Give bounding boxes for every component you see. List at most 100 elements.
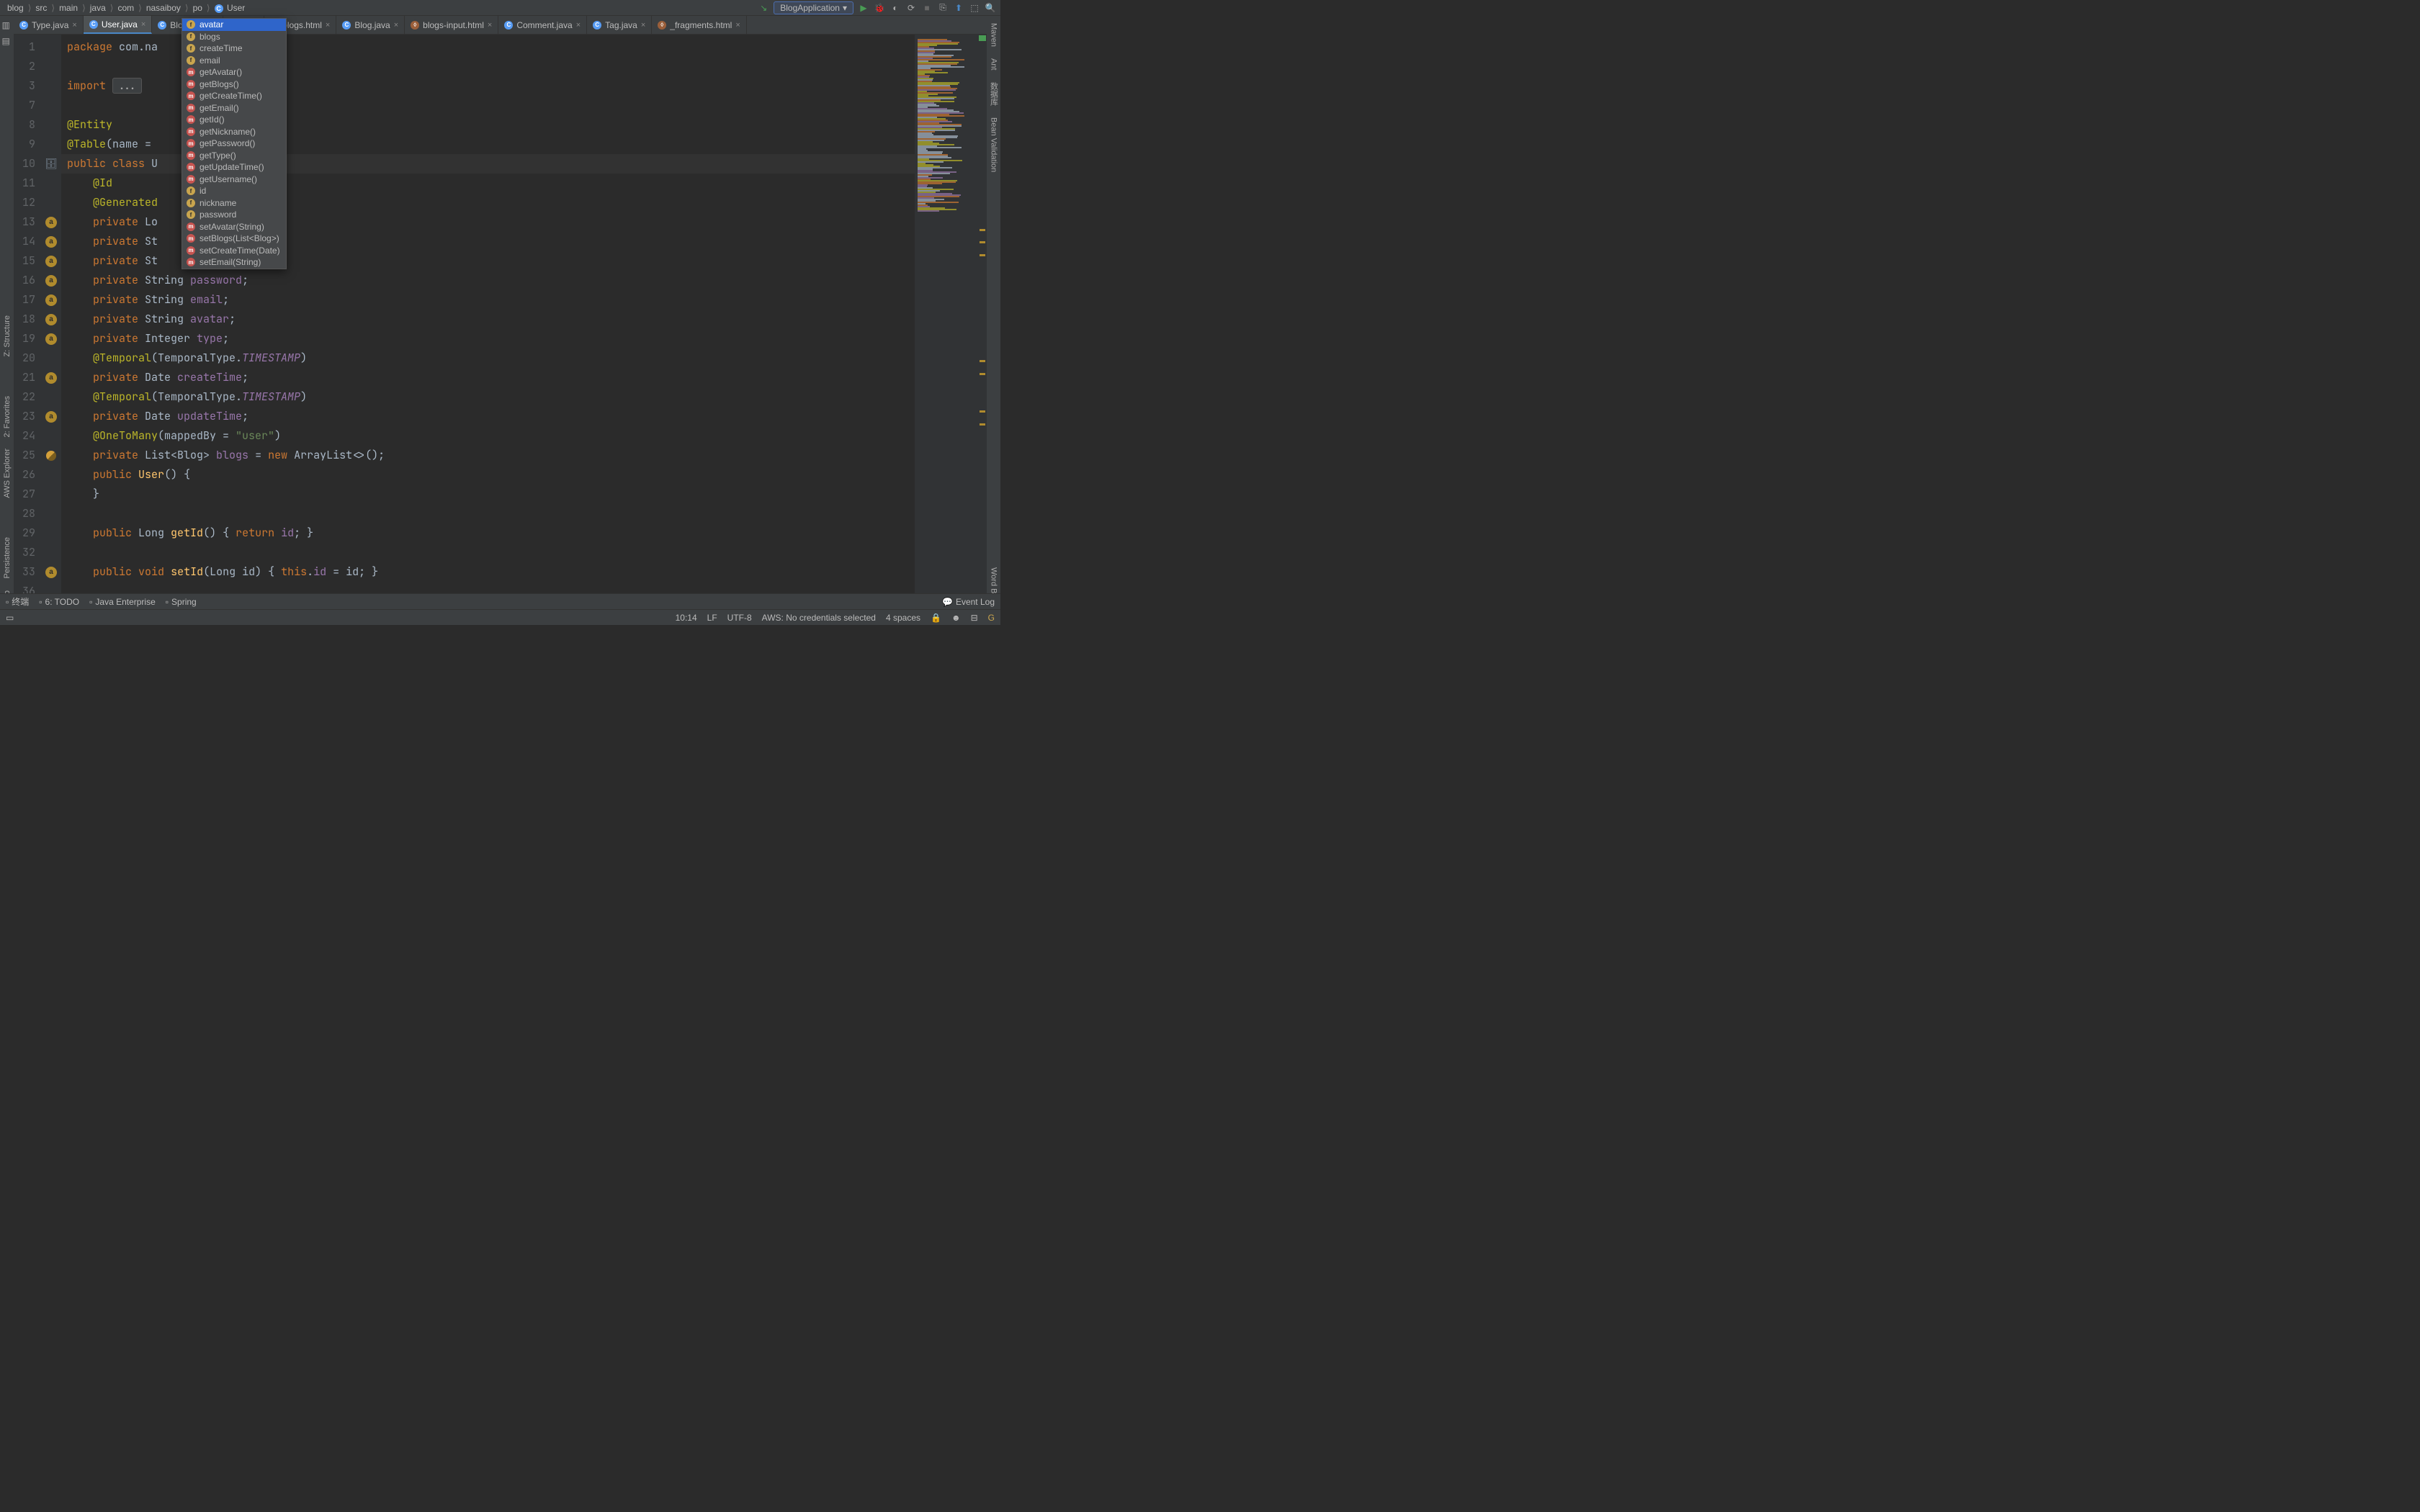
autocomplete-item[interactable]: mgetAvatar() [182, 66, 286, 78]
code-line[interactable]: private Date updateTime; [67, 407, 909, 426]
code-line[interactable]: private Integer type; [67, 329, 909, 348]
code-line[interactable] [67, 582, 909, 593]
bean-validation-tool-label[interactable]: Bean Validation [990, 117, 998, 172]
autocomplete-item[interactable]: fid [182, 185, 286, 197]
run-icon[interactable]: ▶ [858, 2, 869, 14]
file-encoding[interactable]: UTF-8 [727, 613, 752, 623]
line-separator[interactable]: LF [707, 613, 717, 623]
warning-stripe-mark[interactable] [980, 229, 985, 231]
breadcrumb-item[interactable]: main [56, 3, 81, 13]
autocomplete-item[interactable]: fblogs [182, 31, 286, 43]
autocomplete-item[interactable]: femail [182, 55, 286, 67]
autocomplete-item[interactable]: mgetType() [182, 150, 286, 162]
breadcrumb-item[interactable]: po [190, 3, 205, 13]
autocomplete-item[interactable]: mgetUpdateTime() [182, 161, 286, 174]
editor-tab[interactable]: CUser.java× [84, 16, 152, 34]
editor-tab[interactable]: CType.java× [14, 16, 84, 34]
bottom-tool-button[interactable]: ▫Java Enterprise [89, 597, 156, 607]
editor-tab[interactable]: CTag.java× [587, 16, 652, 34]
breadcrumb-item[interactable]: com [115, 3, 137, 13]
favorites-tool-label[interactable]: 2: Favorites [3, 396, 12, 437]
code-line[interactable]: private String avatar; [67, 310, 909, 329]
search-icon[interactable]: 🔍 [985, 2, 996, 14]
bottom-tool-button[interactable]: ▫终端 [6, 595, 29, 608]
warning-stripe-mark[interactable] [980, 254, 985, 256]
code-line[interactable]: @Temporal(TemporalType.TIMESTAMP) [67, 387, 909, 407]
warning-stripe-mark[interactable] [980, 423, 985, 426]
aws-explorer-tool-label[interactable]: AWS Explorer [3, 449, 12, 498]
close-tab-icon[interactable]: × [326, 21, 330, 30]
autocomplete-item[interactable]: fpassword [182, 209, 286, 221]
project-tool-icon[interactable]: ▥ [2, 20, 12, 30]
close-tab-icon[interactable]: × [641, 21, 645, 30]
ant-tool-label[interactable]: Ant [990, 58, 998, 71]
code-line[interactable]: private Date createTime; [67, 368, 909, 387]
autocomplete-item[interactable]: msetBlogs(List<Blog>) [182, 233, 286, 245]
autocomplete-item[interactable]: fcreateTime [182, 42, 286, 55]
field-mark-icon[interactable]: a [45, 256, 57, 267]
run-configuration-selector[interactable]: BlogApplication ▾ [774, 1, 853, 14]
autocomplete-popup[interactable]: favatarfblogsfcreateTimefemailmgetAvatar… [182, 18, 287, 269]
close-tab-icon[interactable]: × [141, 20, 145, 29]
autocomplete-item[interactable]: msetCreateTime(Date) [182, 245, 286, 257]
field-mark-icon[interactable]: a [45, 217, 57, 228]
field-mark-icon[interactable]: a [45, 275, 57, 287]
field-mark-icon[interactable]: a [45, 567, 57, 578]
autocomplete-item[interactable]: mgetNickname() [182, 126, 286, 138]
autocomplete-item[interactable]: mgetEmail() [182, 102, 286, 114]
event-log-button[interactable]: 💬Event Log [942, 597, 995, 607]
warning-stripe-mark[interactable] [980, 360, 985, 362]
warning-stripe-mark[interactable] [980, 241, 985, 243]
grazie-icon[interactable]: G [988, 613, 995, 623]
database-tool-label[interactable]: 数据库 [988, 82, 1000, 106]
editor-tab[interactable]: ◊blogs-input.html× [405, 16, 498, 34]
code-line[interactable]: public void setId(Long id) { this.id = i… [67, 562, 909, 582]
status-left-icon[interactable]: ▭ [6, 613, 14, 623]
ide-settings-icon[interactable]: ⬚ [969, 2, 980, 14]
field-mark-icon[interactable]: a [45, 236, 57, 248]
structure-tool-label[interactable]: Z: Structure [3, 315, 12, 356]
code-line[interactable]: @OneToMany(mappedBy = "user") [67, 426, 909, 446]
persistence-tool-label[interactable]: Persistence [3, 537, 12, 578]
coverage-icon[interactable]: ◐ [889, 2, 901, 14]
aws-status[interactable]: AWS: No credentials selected [762, 613, 876, 623]
autocomplete-item[interactable]: mgetUsername() [182, 174, 286, 186]
memory-icon[interactable]: ⊟ [971, 613, 978, 623]
error-stripe[interactable] [978, 35, 987, 593]
breadcrumb-item[interactable]: src [32, 3, 50, 13]
breadcrumb-class[interactable]: C User [212, 3, 248, 13]
warning-stripe-mark[interactable] [980, 373, 985, 375]
code-line[interactable]: private List<Blog> blogs = new ArrayList… [67, 446, 909, 465]
close-tab-icon[interactable]: × [394, 21, 398, 30]
editor-tab[interactable]: CBlog.java× [336, 16, 405, 34]
field-mark-icon[interactable]: a [45, 314, 57, 325]
git-icon[interactable]: ⎘ [937, 2, 949, 14]
code-line[interactable] [67, 504, 909, 523]
autocomplete-item[interactable]: mgetId() [182, 114, 286, 126]
editor-tab[interactable]: CComment.java× [498, 16, 587, 34]
autocomplete-item[interactable]: msetEmail(String) [182, 256, 286, 269]
breadcrumb-item[interactable]: nasaiboy [143, 3, 184, 13]
entity-mark-icon[interactable]: 🗄 [45, 154, 58, 174]
bottom-tool-button[interactable]: ▫Spring [166, 597, 197, 607]
field-mark-icon[interactable]: a [45, 372, 57, 384]
bookmarks-tool-icon[interactable]: ▤ [2, 36, 12, 46]
breadcrumb-item[interactable]: blog [4, 3, 27, 13]
code-minimap[interactable] [915, 35, 987, 593]
bean-mark-icon[interactable] [46, 451, 56, 461]
bottom-tool-button[interactable]: ▫6: TODO [39, 597, 79, 607]
warning-stripe-mark[interactable] [980, 410, 985, 413]
code-line[interactable]: private String email; [67, 290, 909, 310]
editor-tab[interactable]: ◊_fragments.html× [652, 16, 746, 34]
autocomplete-item[interactable]: favatar [182, 19, 286, 31]
inspection-icon[interactable]: ☻ [951, 613, 961, 623]
debug-icon[interactable]: 🐞 [874, 2, 885, 14]
close-tab-icon[interactable]: × [576, 21, 581, 30]
analysis-ok-icon[interactable] [979, 35, 986, 41]
code-line[interactable] [67, 543, 909, 562]
code-line[interactable]: } [67, 485, 909, 504]
close-tab-icon[interactable]: × [72, 21, 76, 30]
indent-status[interactable]: 4 spaces [886, 613, 920, 623]
autocomplete-item[interactable]: msetAvatar(String) [182, 221, 286, 233]
update-icon[interactable]: ⬆ [953, 2, 964, 14]
